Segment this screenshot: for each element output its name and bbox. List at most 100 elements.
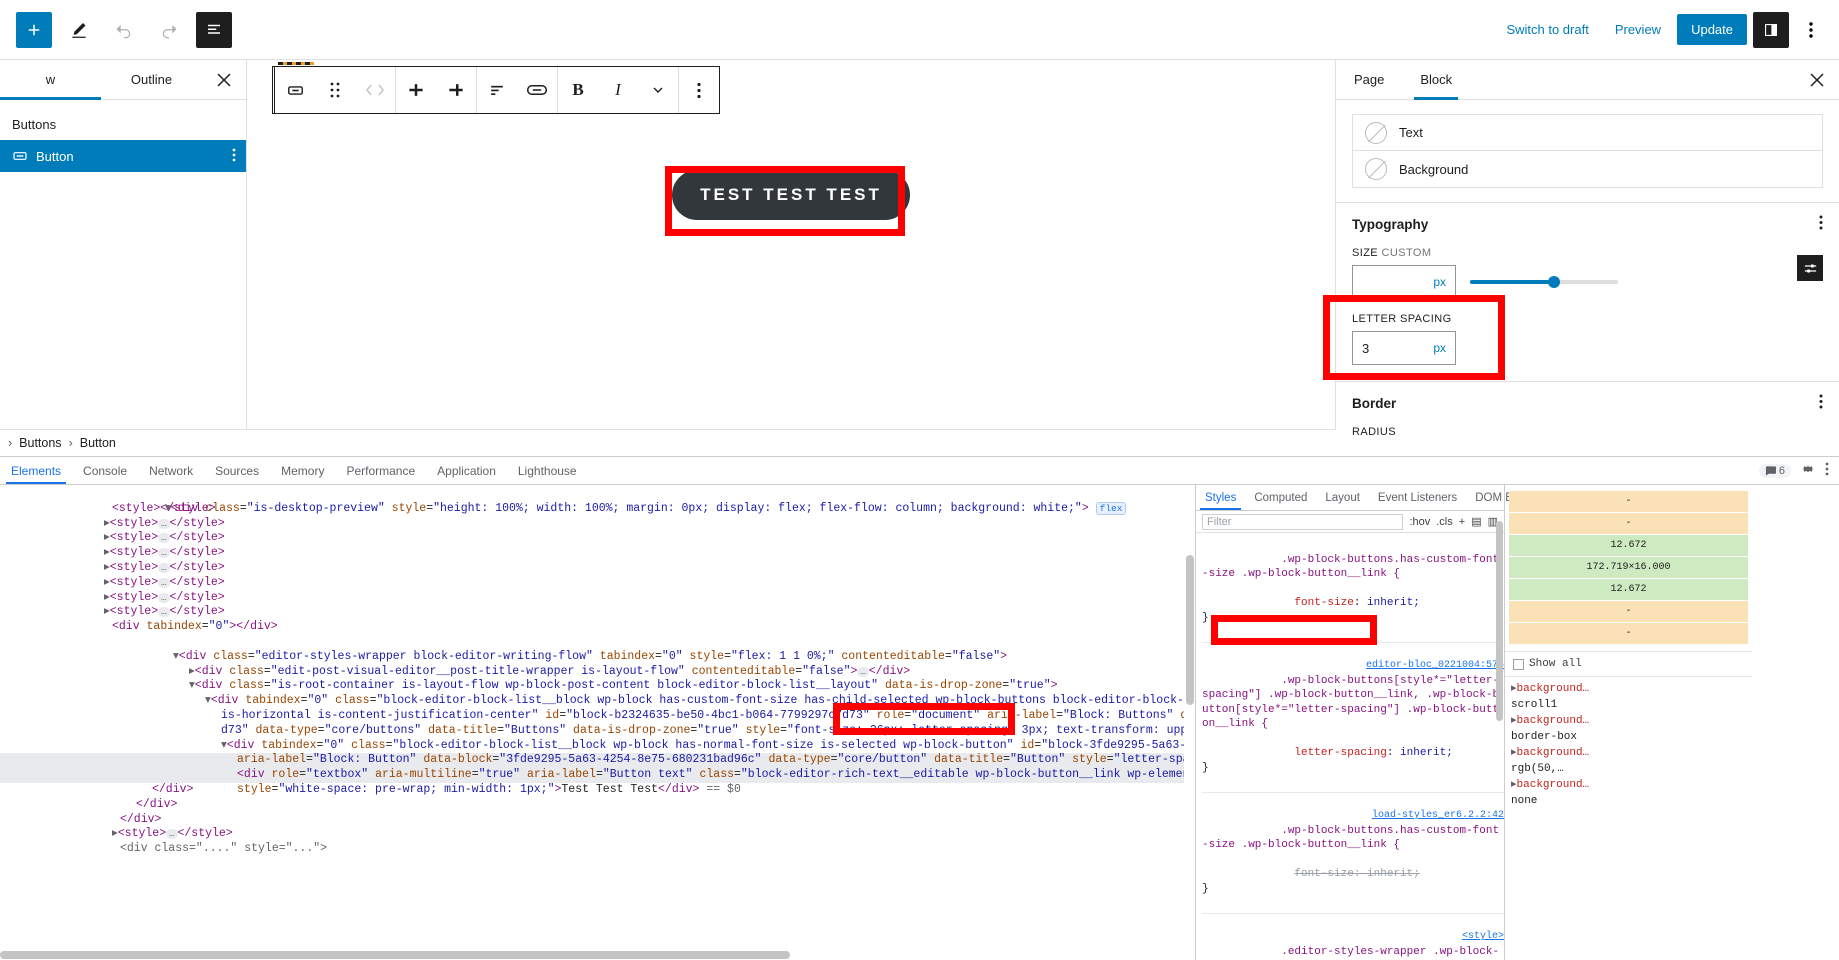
tab-page[interactable]: Page: [1336, 60, 1402, 99]
tab-memory[interactable]: Memory: [270, 457, 335, 484]
preview-button[interactable]: Preview: [1605, 16, 1671, 43]
list-item-options-icon[interactable]: [232, 148, 236, 165]
link-icon[interactable]: [517, 67, 557, 113]
dom-horizontal-scrollbar[interactable]: [0, 950, 1185, 960]
css-source-link[interactable]: load-styles_er6.2.2:42: [1372, 809, 1504, 824]
css-property[interactable]: letter-spacing: [1294, 747, 1386, 759]
dom-line[interactable]: ▸<style>… </style>: [0, 517, 1195, 532]
close-sidebar-icon[interactable]: [1795, 60, 1839, 99]
typography-options-icon[interactable]: [1819, 215, 1823, 233]
message-badge-icon[interactable]: 6: [1758, 463, 1791, 478]
inherited-prop-row[interactable]: scroll1: [1511, 697, 1746, 713]
dom-line[interactable]: </div>: [0, 813, 1195, 828]
test-button[interactable]: TEST TEST TEST: [672, 170, 910, 220]
color-row-background[interactable]: Background: [1353, 151, 1822, 187]
add-rule-icon[interactable]: +: [1459, 516, 1465, 528]
font-size-slider[interactable]: [1470, 265, 1618, 299]
css-value[interactable]: inherit;: [1400, 747, 1453, 759]
edit-tool-button[interactable]: [61, 12, 97, 48]
update-button[interactable]: Update: [1677, 14, 1747, 45]
css-rule-highlighted[interactable]: editor-bloc_0221004:573 .wp-block-button…: [1202, 643, 1504, 793]
css-source-link[interactable]: editor-bloc_0221004:573: [1366, 659, 1504, 674]
css-property[interactable]: font-size: [1294, 868, 1353, 880]
tab-console[interactable]: Console: [72, 457, 138, 484]
inherited-prop-row[interactable]: rgb(50,…: [1511, 761, 1746, 777]
styles-scrollbar[interactable]: [1495, 511, 1504, 960]
more-options-icon[interactable]: [679, 67, 719, 113]
inherited-prop-row[interactable]: ▸background…: [1511, 681, 1746, 697]
slider-knob[interactable]: [1548, 276, 1561, 288]
css-rule[interactable]: <style> .editor-styles-wrapper .wp-block…: [1202, 914, 1504, 960]
dom-line[interactable]: ▸<style>… </style>: [0, 546, 1195, 561]
inherited-prop-row[interactable]: ▸background…: [1511, 745, 1746, 761]
switch-to-draft-button[interactable]: Switch to draft: [1496, 16, 1598, 43]
dom-line[interactable]: ▸<style>… </style>: [0, 605, 1195, 620]
css-rule[interactable]: .wp-block-buttons.has-custom-font-size .…: [1202, 536, 1504, 643]
device-toggle-icon[interactable]: ▤: [1471, 515, 1481, 528]
dom-line[interactable]: ▸<style>… </style>: [0, 576, 1195, 591]
font-size-input[interactable]: px: [1352, 265, 1456, 299]
css-rule[interactable]: load-styles_er6.2.2:42 .wp-block-buttons…: [1202, 793, 1504, 914]
gear-icon[interactable]: [1801, 462, 1815, 479]
css-value[interactable]: inherit;: [1367, 868, 1420, 880]
list-item-button[interactable]: Button: [0, 140, 246, 172]
inherited-prop-row[interactable]: ▸background…: [1511, 713, 1746, 729]
inherited-prop-row[interactable]: border-box: [1511, 729, 1746, 745]
tab-network[interactable]: Network: [138, 457, 204, 484]
letter-spacing-input[interactable]: 3 px: [1352, 331, 1456, 365]
styles-scrollbar-thumb[interactable]: [1496, 521, 1503, 721]
font-size-units-toggle-icon[interactable]: [1797, 255, 1823, 281]
hov-toggle[interactable]: :hov: [1409, 516, 1430, 528]
dom-tree[interactable]: ▾<div class="is-desktop-preview" style="…: [0, 485, 1195, 960]
dom-vertical-scrollbar-thumb[interactable]: [1186, 555, 1194, 705]
devtools-more-icon[interactable]: [1825, 462, 1829, 479]
tab-outline[interactable]: Outline: [101, 60, 202, 99]
dom-vertical-scrollbar[interactable]: [1184, 485, 1195, 960]
dom-line[interactable]: ▸<style>… </style>: [0, 591, 1195, 606]
bold-button[interactable]: B: [558, 67, 598, 113]
tab-application[interactable]: Application: [426, 457, 507, 484]
align-right-icon[interactable]: [436, 67, 476, 113]
color-row-text[interactable]: Text: [1353, 115, 1822, 151]
tab-performance[interactable]: Performance: [335, 457, 426, 484]
css-value[interactable]: inherit;: [1367, 597, 1420, 609]
dom-line[interactable]: ▾<div class="editor-styles-wrapper block…: [0, 635, 1195, 663]
list-view-button[interactable]: [196, 11, 232, 48]
more-options-button[interactable]: [1795, 12, 1827, 48]
tab-lighthouse[interactable]: Lighthouse: [507, 457, 588, 484]
tab-elements[interactable]: Elements: [0, 457, 72, 484]
letter-spacing-unit[interactable]: px: [1433, 341, 1446, 355]
button-block-icon[interactable]: [275, 67, 315, 113]
breadcrumb-item-button[interactable]: Button: [80, 436, 116, 450]
styles-filter-input[interactable]: Filter: [1202, 513, 1404, 530]
font-size-unit[interactable]: px: [1433, 275, 1446, 289]
show-all-checkbox[interactable]: [1513, 658, 1524, 670]
dom-line[interactable]: ▸<style>… </style>: [0, 531, 1195, 546]
tab-layout[interactable]: Layout: [1316, 485, 1369, 510]
tab-sources[interactable]: Sources: [204, 457, 270, 484]
chevron-down-icon[interactable]: [638, 67, 678, 113]
inherited-prop-row[interactable]: none: [1511, 793, 1746, 809]
drag-handle-icon[interactable]: [315, 67, 355, 113]
text-align-icon[interactable]: [477, 67, 517, 113]
settings-sidebar-toggle-button[interactable]: [1753, 11, 1789, 48]
close-list-view-icon[interactable]: [202, 60, 246, 99]
redo-button[interactable]: [151, 12, 187, 48]
tab-event-listeners[interactable]: Event Listeners: [1369, 485, 1466, 510]
align-left-icon[interactable]: [396, 67, 436, 113]
move-block-icon[interactable]: [355, 67, 395, 113]
tab-block[interactable]: Block: [1402, 60, 1470, 100]
list-item-buttons[interactable]: Buttons: [0, 108, 246, 140]
dom-line[interactable]: <div tabindex="0"></div>: [0, 620, 1195, 635]
border-options-icon[interactable]: [1819, 394, 1823, 412]
italic-button[interactable]: I: [598, 67, 638, 113]
dom-line[interactable]: ▸<style>… </style>: [0, 561, 1195, 576]
undo-button[interactable]: [106, 12, 142, 48]
add-block-button[interactable]: [16, 11, 52, 48]
dom-line[interactable]: ▾<div class="is-desktop-preview" style="…: [0, 487, 1195, 515]
tab-list-view[interactable]: w: [0, 60, 101, 100]
inherited-prop-row[interactable]: ▸background…: [1511, 777, 1746, 793]
cls-toggle[interactable]: .cls: [1436, 516, 1453, 528]
css-property[interactable]: font-size: [1294, 597, 1353, 609]
breadcrumb-item-buttons[interactable]: Buttons: [19, 436, 61, 450]
